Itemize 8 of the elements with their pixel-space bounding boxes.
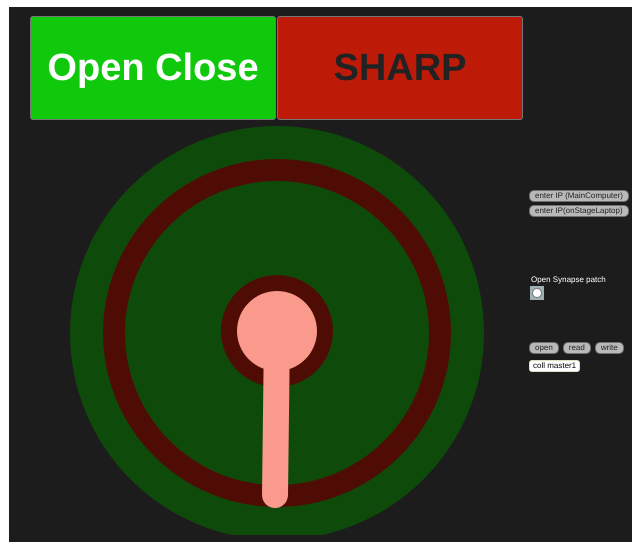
message-button[interactable]: enter IP(onStageLaptop)	[529, 205, 629, 217]
message-button[interactable]: read	[562, 342, 591, 354]
message-button[interactable]: enter IP (MainComputer)	[529, 190, 629, 202]
message-button[interactable]: write	[594, 342, 624, 354]
bang-button[interactable]	[530, 286, 544, 300]
message-button[interactable]: open	[529, 342, 559, 354]
coll-object: coll master1	[529, 360, 580, 372]
comment-label: Open Synapse patch	[531, 275, 606, 285]
